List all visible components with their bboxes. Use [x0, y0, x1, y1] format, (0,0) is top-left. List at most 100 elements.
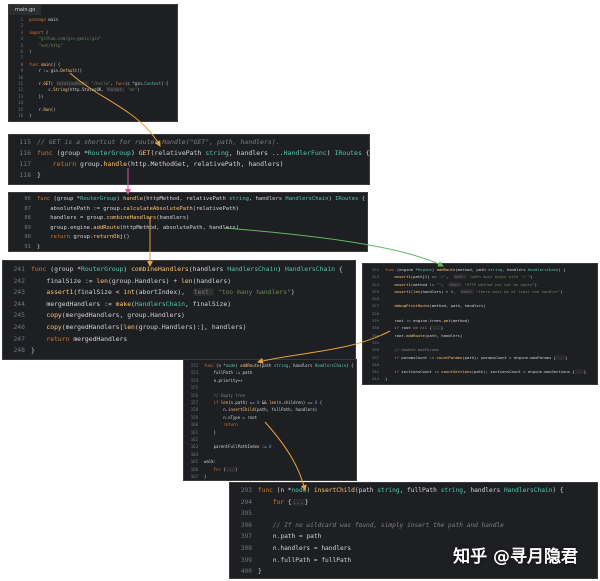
- code-text: mergedHandlers := make(HandlersChain, fi…: [31, 299, 231, 311]
- line-number: 156: [184, 392, 198, 399]
- code-text: handlers = group.combineHandlers(handler…: [37, 214, 189, 224]
- line-number: 116: [9, 148, 31, 159]
- code-line: 323 assert1(path[0] == '/', text: "path …: [363, 273, 597, 280]
- code-line: 160 return: [184, 421, 356, 428]
- code-line: 241func (group *RouterGroup) combineHand…: [3, 264, 355, 276]
- line-number: 118: [9, 170, 31, 181]
- code-line: 161 }: [184, 429, 356, 436]
- line-number: 87: [9, 205, 31, 215]
- code-line: 90 return group.returnObj(): [9, 233, 367, 243]
- code-line: 91}: [9, 243, 367, 252]
- line-number: 330: [363, 324, 379, 331]
- line-number: 329: [363, 317, 379, 324]
- code-text: n.handlers = handlers: [258, 543, 351, 555]
- code-line: 246 copy(mergedHandlers[len(group.Handle…: [3, 322, 355, 334]
- line-number: 159: [184, 414, 198, 421]
- code-text: assert1(len(handlers) > 0, text: "there …: [385, 288, 563, 295]
- zhihu-watermark: 知乎 @寻月隐君: [453, 542, 578, 567]
- line-number: 244: [3, 299, 25, 311]
- line-number: 336: [363, 346, 379, 353]
- code-text: n.path = path: [258, 531, 321, 543]
- code-line: 155: [184, 384, 356, 391]
- code-line: 334 root.addRoute(path, handlers): [363, 332, 597, 339]
- code-text: debugPrintRoute(method, path, handlers): [385, 302, 486, 309]
- code-line: 164: [184, 451, 356, 458]
- line-number: 398: [230, 543, 252, 555]
- code-text: assert1(finalSize < int(abortIndex), tex…: [31, 287, 295, 299]
- line-number: 157: [184, 399, 198, 406]
- code-lines: 152func (n *node) addRoute(path string, …: [184, 362, 356, 481]
- code-line: 245 copy(mergedHandlers, group.Handlers): [3, 310, 355, 322]
- code-text: r.Run(): [29, 107, 56, 113]
- line-number: 245: [3, 310, 25, 322]
- line-number: 324: [363, 281, 379, 288]
- line-number: 160: [184, 421, 198, 428]
- line-number: 167: [184, 473, 198, 480]
- code-line: 159 n.nType = root: [184, 414, 356, 421]
- code-line: 400}: [230, 566, 597, 578]
- code-text: func (group *RouterGroup) handle(httpMet…: [37, 195, 365, 205]
- code-text: package main: [29, 17, 58, 23]
- code-line: 156 // Empty tree: [184, 392, 356, 399]
- file-tab-main-go[interactable]: main.go: [9, 5, 41, 15]
- line-number: 164: [184, 451, 198, 458]
- code-text: c.String(http.StatusOK, format: "ok"): [29, 87, 139, 93]
- code-panel-node-addroute: 152func (n *node) addRoute(path string, …: [183, 359, 357, 481]
- line-number: 322: [363, 266, 379, 273]
- code-line: 395: [230, 508, 597, 520]
- line-number: 399: [230, 555, 252, 567]
- code-line: 158 n.insertChild(path, fullPath, handle…: [184, 406, 356, 413]
- code-line: 167}: [184, 473, 356, 480]
- code-text: // If no wildcard was found, simply inse…: [258, 520, 504, 532]
- code-text: ): [29, 49, 31, 55]
- line-number: 246: [3, 322, 25, 334]
- code-line: 16}: [9, 113, 177, 119]
- line-number: 162: [184, 436, 198, 443]
- line-number: 161: [184, 429, 198, 436]
- code-line: 329 root := engine.trees.get(method): [363, 317, 597, 324]
- code-text: for {...}: [258, 497, 308, 509]
- code-line: 337 if paramsCount := countParams(path);…: [363, 354, 597, 361]
- code-line: 328: [363, 310, 597, 317]
- code-line: 325 assert1(len(handlers) > 0, text: "th…: [363, 288, 597, 295]
- line-number: 327: [363, 302, 379, 309]
- code-text: copy(mergedHandlers, group.Handlers): [31, 310, 185, 322]
- code-line: 344}: [363, 375, 597, 382]
- code-text: }: [29, 113, 31, 119]
- code-text: "net/http": [29, 43, 63, 49]
- code-panel-main: main.go 1package main23import (4 "github…: [8, 4, 178, 122]
- code-line: 244 mergedHandlers := make(HandlersChain…: [3, 299, 355, 311]
- code-text: if paramsCount := countParams(path); par…: [385, 354, 567, 361]
- code-line: 165walk:: [184, 458, 356, 465]
- code-line: 247 return mergedHandlers: [3, 334, 355, 346]
- line-number: 293: [230, 485, 252, 497]
- code-line: 117 return group.handle(http.MethodGet, …: [9, 159, 369, 170]
- code-text: absolutePath := group.calculateAbsoluteP…: [37, 205, 239, 215]
- code-line: 326: [363, 295, 597, 302]
- code-text: }: [385, 375, 387, 382]
- code-line: 88 handlers = group.combineHandlers(hand…: [9, 214, 367, 224]
- code-text: }: [37, 170, 41, 181]
- code-line: 335: [363, 339, 597, 346]
- code-text: n.nType = root: [204, 414, 257, 421]
- code-line: 154 n.priority++: [184, 377, 356, 384]
- code-line: 115// GET is a shortcut for router.Handl…: [9, 137, 369, 148]
- code-text: group.engine.addRoute(httpMethod, absolu…: [37, 224, 239, 234]
- code-text: root.addRoute(path, handlers): [385, 332, 462, 339]
- line-number: 115: [9, 137, 31, 148]
- code-text: }): [29, 94, 43, 100]
- code-line: 336 // Update maxParams: [363, 346, 597, 353]
- line-number: 242: [3, 276, 25, 288]
- code-text: walk:: [204, 458, 216, 465]
- line-number: 395: [230, 508, 252, 520]
- code-text: for {...}: [204, 466, 237, 473]
- line-number: 155: [184, 384, 198, 391]
- line-number: 400: [230, 566, 252, 578]
- code-text: }: [204, 473, 206, 480]
- code-line: 153 fullPath := path: [184, 369, 356, 376]
- code-line: 157 if len(n.path) == 0 && len(n.childre…: [184, 399, 356, 406]
- code-text: func (group *RouterGroup) GET(relativePa…: [37, 148, 370, 159]
- line-number: 397: [230, 531, 252, 543]
- line-number: 326: [363, 295, 379, 302]
- code-lines: 115// GET is a shortcut for router.Handl…: [9, 137, 369, 181]
